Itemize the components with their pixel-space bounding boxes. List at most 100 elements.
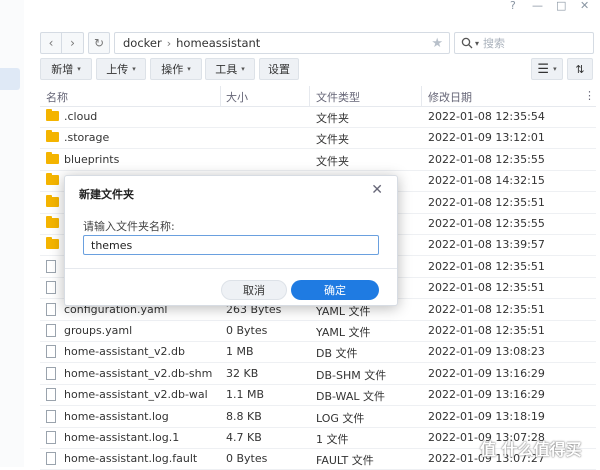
file-name: home-assistant.log.fault <box>64 452 198 466</box>
new-button[interactable]: 新增 ▾ <box>40 58 92 80</box>
file-date: 2022-01-09 13:08:23 <box>428 345 545 359</box>
folder-shape <box>46 151 59 164</box>
column-header-type[interactable]: 文件类型 <box>316 89 360 105</box>
folder-icon <box>46 216 59 228</box>
table-row[interactable]: home-assistant_v2.db 1 MB DB 文件 2022-01-09 … <box>40 341 596 364</box>
search-input[interactable]: ▾ 搜索 <box>454 32 594 54</box>
maximize-icon[interactable]: □ <box>556 0 566 12</box>
file-size: 0 Bytes <box>226 324 268 337</box>
table-row[interactable]: home-assistant_v2.db-wal 1.1 MB DB-WAL 文件 2… <box>40 384 596 407</box>
file-size: 1 MB <box>226 345 254 359</box>
file-icon <box>46 452 56 466</box>
back-icon: ‹ <box>48 36 54 50</box>
file-icon <box>46 366 56 380</box>
dialog-divider <box>65 268 397 269</box>
view-mode-button[interactable]: ☰ ▾ <box>531 58 563 80</box>
file-name: home-assistant.log <box>64 409 169 423</box>
file-icon <box>46 324 56 337</box>
file-date: 2022-01-09 13:12:01 <box>428 131 545 145</box>
chevron-down-icon: ▾ <box>132 65 136 73</box>
breadcrumb-homeassistant[interactable]: homeassistant <box>176 36 260 50</box>
folder-icon <box>46 151 59 164</box>
file-date: 2022-01-08 12:35:55 <box>428 152 545 166</box>
tools-button[interactable]: 工具 ▾ <box>205 58 255 80</box>
file-shape <box>46 452 56 466</box>
close-icon[interactable]: ✕ <box>580 0 589 12</box>
file-name: groups.yaml <box>64 324 133 337</box>
search-icon <box>461 37 473 49</box>
file-type: DB-SHM 文件 <box>316 368 387 382</box>
file-name: .storage <box>64 131 110 145</box>
file-icon <box>46 409 56 423</box>
star-icon[interactable]: ★ <box>431 36 443 51</box>
file-type: LOG 文件 <box>316 411 365 425</box>
file-date: 2022-01-09 13:18:19 <box>428 409 545 423</box>
file-date: 2022-01-08 14:32:15 <box>428 174 545 188</box>
column-header-size[interactable]: 大小 <box>226 89 248 105</box>
file-name: home-assistant_v2.db-shm <box>64 366 213 380</box>
back-button[interactable]: ‹ <box>40 32 62 54</box>
cancel-button[interactable]: 取消 <box>221 280 287 300</box>
table-header: 名称 大小 文件类型 修改日期 ⋮ <box>40 86 596 107</box>
file-shape <box>46 281 56 295</box>
chevron-down-icon: ▾ <box>187 65 191 73</box>
table-row[interactable]: .cloud 文件夹 2022-01-08 12:35:54 <box>40 106 596 128</box>
close-icon[interactable]: ✕ <box>371 182 383 198</box>
file-type: YAML 文件 <box>316 326 371 339</box>
table-row[interactable]: blueprints 文件夹 2022-01-08 12:35:55 <box>40 149 596 171</box>
file-icon <box>46 302 56 316</box>
refresh-icon: ↻ <box>93 36 105 50</box>
window-controls: ? — □ ✕ <box>500 0 600 14</box>
file-shape <box>46 302 56 316</box>
file-shape <box>46 366 56 380</box>
tools-button-label: 工具 <box>215 63 238 76</box>
file-size: 32 KB <box>226 366 259 380</box>
file-size: 4.7 KB <box>226 431 262 444</box>
file-type: 文件夹 <box>316 133 349 147</box>
confirm-button[interactable]: 确定 <box>291 280 379 300</box>
file-date: 2022-01-08 12:35:54 <box>428 110 545 123</box>
folder-name-input[interactable] <box>83 235 379 255</box>
chevron-down-icon: ▾ <box>241 65 245 73</box>
file-date: 2022-01-08 12:35:51 <box>428 281 545 295</box>
breadcrumb-docker[interactable]: docker <box>123 36 162 50</box>
column-divider[interactable] <box>309 86 310 106</box>
settings-button[interactable]: 设置 <box>259 58 299 80</box>
column-divider[interactable] <box>421 86 422 106</box>
column-menu-icon[interactable]: ⋮ <box>584 89 595 102</box>
column-header-name[interactable]: 名称 <box>46 89 68 105</box>
sort-icon: ⇅ <box>575 62 585 76</box>
folder-shape <box>46 216 59 228</box>
file-date: 2022-01-08 13:39:57 <box>428 238 545 252</box>
folder-icon <box>46 109 59 121</box>
chevron-down-icon: ▾ <box>553 65 557 73</box>
minimize-icon[interactable]: — <box>532 0 543 12</box>
file-icon <box>46 281 56 295</box>
column-header-date[interactable]: 修改日期 <box>428 89 472 105</box>
left-panel-selected-item[interactable] <box>0 68 20 90</box>
folder-shape <box>46 237 59 250</box>
column-divider[interactable] <box>220 86 221 106</box>
file-icon <box>46 431 56 444</box>
file-date: 2022-01-09 13:16:29 <box>428 366 545 380</box>
file-size: 1.1 MB <box>226 388 265 402</box>
table-row[interactable]: home-assistant_v2.db-shm 32 KB DB-SHM 文件 20… <box>40 363 596 385</box>
sort-button[interactable]: ⇅ <box>567 58 593 80</box>
breadcrumb-separator: › <box>166 36 172 50</box>
file-icon <box>46 388 56 402</box>
file-date: 2022-01-08 12:35:51 <box>428 324 545 337</box>
table-row[interactable]: home-assistant.log 8.8 KB LOG 文件 2022-01-09… <box>40 406 596 428</box>
file-size: 8.8 KB <box>226 409 262 423</box>
path-bar[interactable]: docker › homeassistant ★ <box>114 32 450 54</box>
action-button-label: 操作 <box>161 63 184 76</box>
table-row[interactable]: groups.yaml 0 Bytes YAML 文件 2022-01-08 12:3… <box>40 320 596 342</box>
forward-button[interactable]: › <box>62 32 84 54</box>
folder-icon <box>46 194 59 207</box>
help-icon[interactable]: ? <box>510 0 516 12</box>
file-type: 文件夹 <box>316 112 349 125</box>
upload-button[interactable]: 上传 ▾ <box>96 58 146 80</box>
refresh-button[interactable]: ↻ <box>88 32 110 54</box>
search-dropdown-icon[interactable]: ▾ <box>475 39 479 48</box>
action-button[interactable]: 操作 ▾ <box>150 58 202 80</box>
table-row[interactable]: .storage 文件夹 2022-01-09 13:12:01 <box>40 127 596 150</box>
